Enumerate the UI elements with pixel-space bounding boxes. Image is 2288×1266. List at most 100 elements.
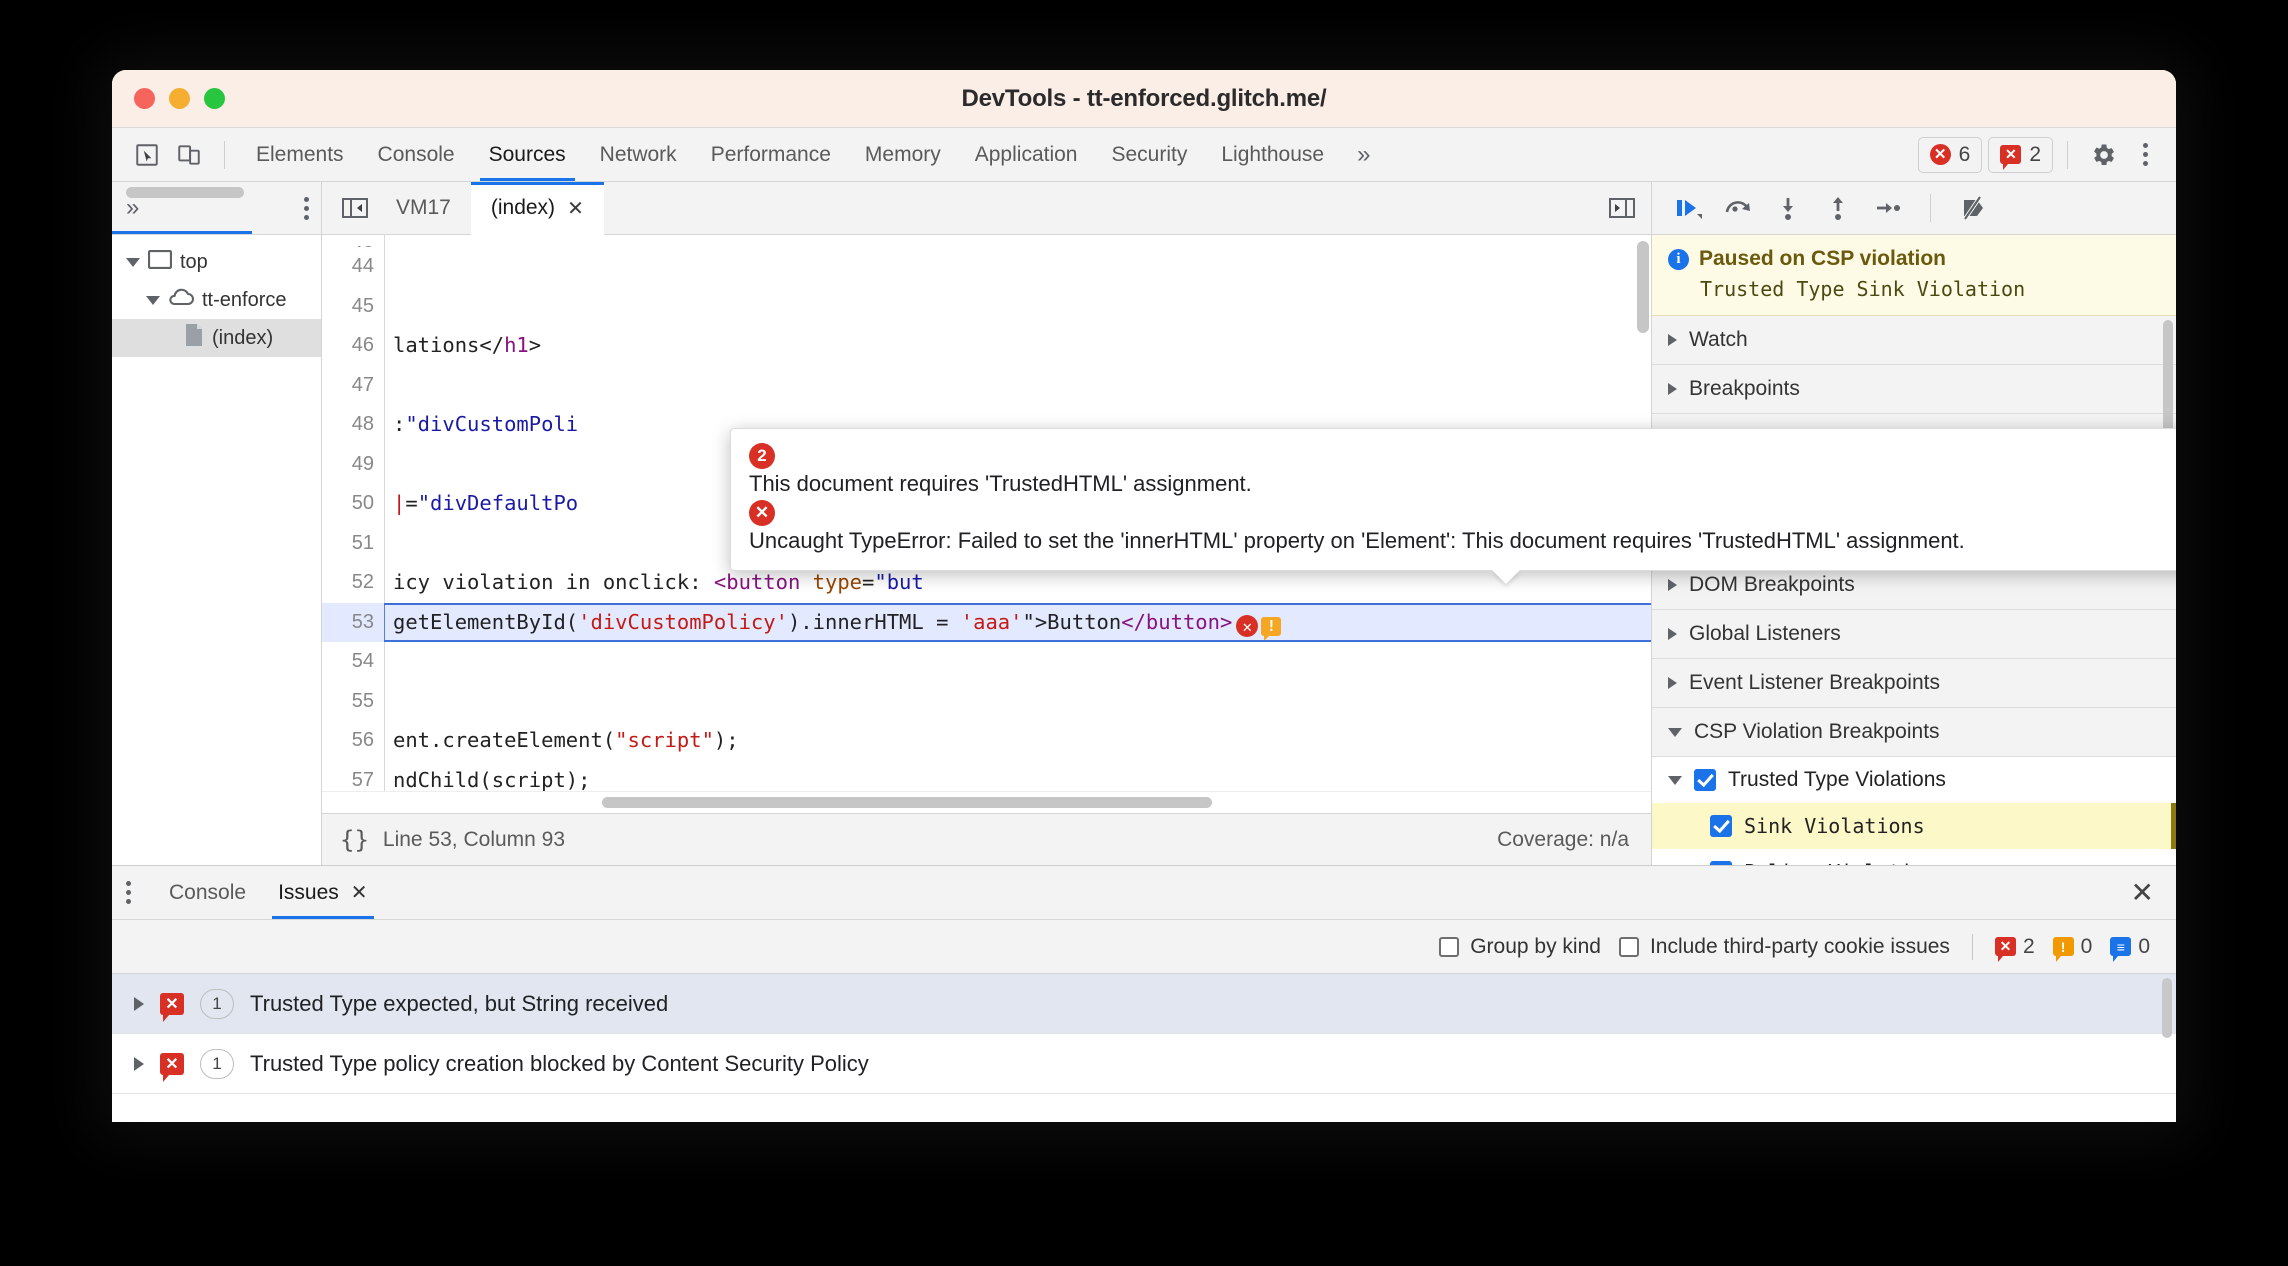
tab-memory[interactable]: Memory bbox=[848, 128, 958, 181]
tooltip-text-1: This document requires 'TrustedHTML' ass… bbox=[749, 471, 1252, 496]
line-text bbox=[384, 286, 1651, 326]
line-number: 48 bbox=[322, 405, 384, 445]
format-code-icon[interactable]: {} bbox=[340, 826, 369, 854]
section-breakpoints[interactable]: Breakpoints bbox=[1652, 365, 2176, 414]
inline-warning-icon[interactable]: ! bbox=[1261, 617, 1282, 641]
error-count-badge[interactable]: ✕ 6 bbox=[1917, 136, 1983, 173]
chevron-right-icon[interactable] bbox=[1668, 628, 1677, 640]
navigator-hscrollbar[interactable] bbox=[126, 187, 244, 198]
close-tab-icon[interactable]: ✕ bbox=[567, 196, 584, 221]
tab-application[interactable]: Application bbox=[958, 128, 1095, 181]
section-label: Event Listener Breakpoints bbox=[1689, 671, 1940, 694]
more-tabs-icon[interactable]: » bbox=[1341, 141, 1386, 169]
device-toolbar-icon[interactable] bbox=[168, 134, 210, 176]
tab-label: Console bbox=[377, 142, 455, 166]
line-number: 57 bbox=[322, 760, 384, 791]
issues-list: ✕ 1 Trusted Type expected, but String re… bbox=[112, 974, 2176, 1122]
issue-count-badge[interactable]: ✕ 2 bbox=[1988, 136, 2053, 173]
inspect-cursor-icon[interactable] bbox=[126, 134, 168, 176]
issues-scrollbar[interactable] bbox=[2162, 978, 2172, 1038]
tree-node-label: top bbox=[180, 250, 208, 273]
checkbox-policy-violations[interactable] bbox=[1710, 861, 1732, 865]
chevron-right-icon[interactable] bbox=[134, 1056, 144, 1071]
toolbar-divider-2 bbox=[2067, 140, 2068, 169]
chevron-right-icon[interactable] bbox=[134, 996, 144, 1011]
tab-network[interactable]: Network bbox=[583, 128, 694, 181]
sink-violation-marker bbox=[2171, 803, 2176, 849]
chevron-right-icon[interactable] bbox=[1668, 383, 1677, 395]
close-drawer-icon[interactable]: ✕ bbox=[2131, 878, 2154, 907]
more-panes-icon[interactable]: » bbox=[126, 194, 139, 222]
tab-lighthouse[interactable]: Lighthouse bbox=[1204, 128, 1341, 181]
line-number: 54 bbox=[322, 642, 384, 682]
deactivate-breakpoints-icon[interactable] bbox=[1951, 186, 1995, 230]
highlight-border-top bbox=[384, 602, 1651, 605]
navigator-menu-icon[interactable] bbox=[304, 196, 309, 220]
line-text bbox=[384, 681, 1651, 721]
section-watch[interactable]: Watch bbox=[1652, 316, 2176, 365]
issue-row[interactable]: ✕ 1 Trusted Type policy creation blocked… bbox=[112, 1034, 2176, 1094]
tab-security[interactable]: Security bbox=[1094, 128, 1204, 181]
kebab-menu-icon[interactable] bbox=[2124, 134, 2166, 176]
show-debugger-icon[interactable] bbox=[1601, 187, 1643, 229]
inline-error-icon[interactable]: ✕ bbox=[1236, 615, 1259, 638]
tab-performance[interactable]: Performance bbox=[694, 128, 848, 181]
chevron-down-icon[interactable] bbox=[1668, 775, 1682, 785]
chevron-down-icon[interactable] bbox=[1668, 727, 1682, 737]
include-third-party-label: Include third-party cookie issues bbox=[1649, 934, 1950, 958]
tab-label: Network bbox=[599, 142, 677, 166]
editor-tab-vm17[interactable]: VM17 bbox=[376, 182, 471, 235]
issue-row[interactable]: ✕ 1 Trusted Type expected, but String re… bbox=[112, 974, 2176, 1034]
gear-icon[interactable] bbox=[2082, 134, 2124, 176]
line-number: 53 bbox=[322, 602, 384, 642]
editor-vertical-scrollbar[interactable] bbox=[1637, 241, 1649, 333]
section-csp-violation-breakpoints[interactable]: CSP Violation Breakpoints bbox=[1652, 708, 2176, 757]
line-number: 47 bbox=[322, 365, 384, 405]
include-third-party-checkbox[interactable] bbox=[1618, 936, 1639, 957]
chevron-right-icon[interactable] bbox=[1668, 579, 1677, 591]
tree-node-index[interactable]: (index) bbox=[112, 319, 321, 357]
tooltip-message-2: ✕ Uncaught TypeError: Failed to set the … bbox=[749, 499, 2176, 555]
checkbox-trusted-type-violations[interactable] bbox=[1694, 769, 1716, 791]
checkbox-sink-violations[interactable] bbox=[1710, 815, 1732, 837]
tree-node-domain[interactable]: tt-enforce bbox=[112, 281, 321, 319]
chevron-right-icon[interactable] bbox=[1668, 677, 1677, 689]
chevron-right-icon[interactable] bbox=[1668, 334, 1677, 346]
csp-item-policy-violations[interactable]: Policy Violations bbox=[1652, 849, 2176, 865]
drawer-menu-icon[interactable] bbox=[126, 881, 131, 904]
include-third-party-control[interactable]: Include third-party cookie issues bbox=[1618, 934, 1950, 959]
step-over-icon[interactable] bbox=[1716, 186, 1760, 230]
code-line: 43 bbox=[322, 235, 1651, 247]
chevron-down-icon[interactable] bbox=[146, 295, 160, 305]
paused-title: Paused on CSP violation bbox=[1699, 247, 1946, 270]
drawer-tab-issues[interactable]: Issues ✕ bbox=[262, 866, 383, 919]
section-global-listeners[interactable]: Global Listeners bbox=[1652, 610, 2176, 659]
editor-horizontal-scrollbar[interactable] bbox=[602, 797, 1212, 808]
issues-toolbar-divider bbox=[1971, 933, 1973, 960]
csp-item-sink-violations[interactable]: Sink Violations bbox=[1652, 803, 2176, 849]
resume-icon[interactable] bbox=[1666, 186, 1710, 230]
tree-node-label: tt-enforce bbox=[202, 288, 287, 311]
main-toolbar: Elements Console Sources Network Perform… bbox=[112, 128, 2176, 182]
close-issues-tab-icon[interactable]: ✕ bbox=[351, 880, 368, 905]
tree-node-top[interactable]: top bbox=[112, 243, 321, 281]
show-navigator-icon[interactable] bbox=[334, 187, 376, 229]
step-icon[interactable] bbox=[1866, 186, 1910, 230]
issue-bubble-icon: ✕ bbox=[2000, 145, 2022, 170]
drawer-tab-console[interactable]: Console bbox=[153, 866, 262, 919]
tooltip-count-badge: 2 bbox=[749, 443, 775, 469]
cursor-position: Line 53, Column 93 bbox=[382, 827, 566, 851]
chevron-down-icon[interactable] bbox=[126, 257, 140, 267]
editor-tab-index[interactable]: (index) ✕ bbox=[470, 181, 604, 236]
line-text bbox=[384, 247, 1651, 287]
debugger-sections: Watch Breakpoints Scope Call Stack bbox=[1652, 316, 2176, 865]
tab-sources[interactable]: Sources bbox=[472, 128, 583, 181]
csp-item-trusted-type-violations[interactable]: Trusted Type Violations bbox=[1652, 757, 2176, 803]
tab-elements[interactable]: Elements bbox=[239, 128, 361, 181]
step-into-icon[interactable] bbox=[1766, 186, 1810, 230]
section-event-listener-breakpoints[interactable]: Event Listener Breakpoints bbox=[1652, 659, 2176, 708]
step-out-icon[interactable] bbox=[1816, 186, 1860, 230]
group-by-kind-control[interactable]: Group by kind bbox=[1439, 935, 1601, 959]
tab-console[interactable]: Console bbox=[361, 128, 472, 181]
group-by-kind-checkbox[interactable] bbox=[1439, 936, 1460, 957]
